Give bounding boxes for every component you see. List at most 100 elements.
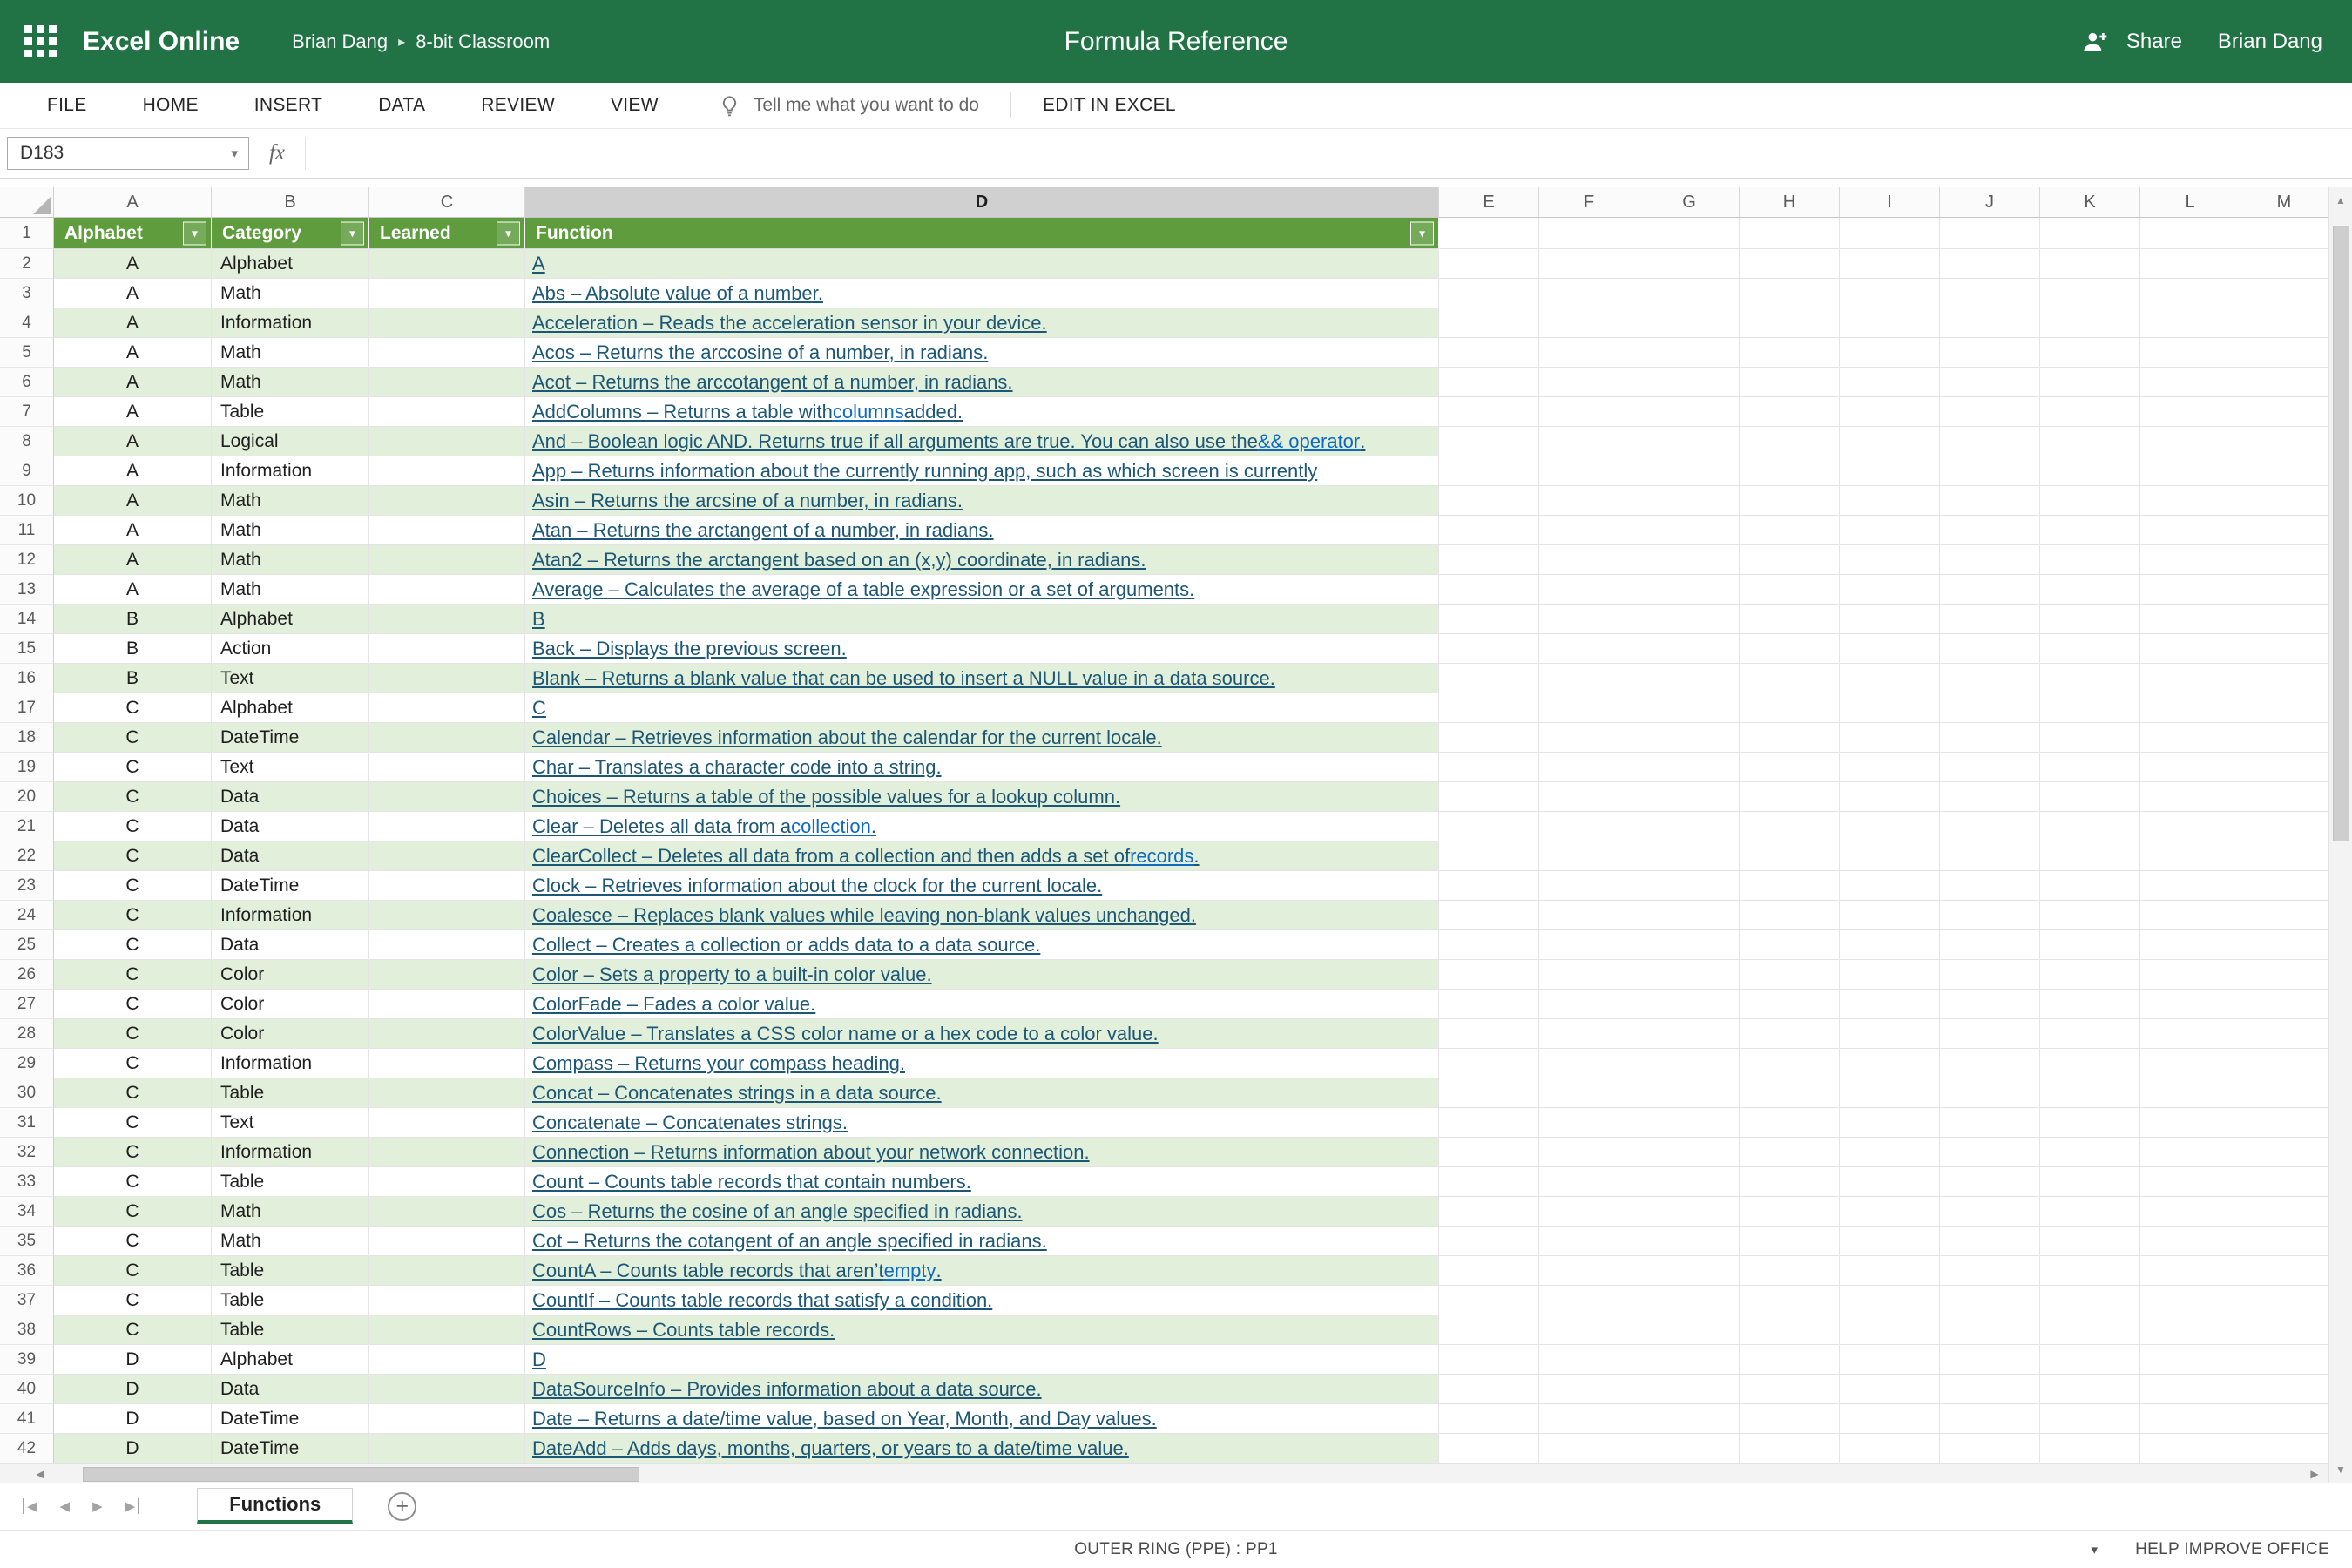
cell-C8[interactable] — [369, 427, 525, 456]
cell-B37[interactable]: Table — [212, 1286, 369, 1315]
row-header-13[interactable]: 13 — [0, 575, 54, 605]
cell-E16[interactable] — [1439, 664, 1539, 693]
cell-G25[interactable] — [1639, 930, 1740, 960]
function-link[interactable]: . — [1360, 430, 1365, 453]
cell-H5[interactable] — [1740, 338, 1840, 368]
cell-C40[interactable] — [369, 1375, 525, 1404]
cell-B17[interactable]: Alphabet — [212, 693, 369, 723]
row-header-16[interactable]: 16 — [0, 664, 54, 693]
column-header-K[interactable]: K — [2040, 187, 2140, 218]
cell-C11[interactable] — [369, 516, 525, 545]
cell-K38[interactable] — [2040, 1315, 2140, 1345]
cell-K35[interactable] — [2040, 1227, 2140, 1256]
cell-A34[interactable]: C — [54, 1197, 212, 1227]
cell-C24[interactable] — [369, 901, 525, 930]
horizontal-scroll-thumb[interactable] — [83, 1467, 639, 1482]
cell-D35[interactable]: Cot – Returns the cotangent of an angle … — [525, 1227, 1439, 1256]
menu-file[interactable]: FILE — [47, 95, 87, 116]
cell-K2[interactable] — [2040, 249, 2140, 279]
cell-L25[interactable] — [2140, 930, 2240, 960]
cell-A2[interactable]: A — [54, 249, 212, 279]
row-header-27[interactable]: 27 — [0, 990, 54, 1019]
cell-E18[interactable] — [1439, 723, 1539, 753]
cell-J16[interactable] — [1940, 664, 2040, 693]
help-improve-office-link[interactable]: HELP IMPROVE OFFICE — [2135, 1540, 2329, 1559]
cell-H7[interactable] — [1740, 397, 1840, 427]
cell-G42[interactable] — [1639, 1434, 1740, 1463]
cell-L5[interactable] — [2140, 338, 2240, 368]
cell-I12[interactable] — [1840, 545, 1940, 575]
cell-B31[interactable]: Text — [212, 1108, 369, 1138]
cell-E28[interactable] — [1439, 1019, 1539, 1049]
cell-F6[interactable] — [1539, 368, 1639, 397]
cell-J39[interactable] — [1940, 1345, 2040, 1375]
row-header-42[interactable]: 42 — [0, 1434, 54, 1463]
cell-D20[interactable]: Choices – Returns a table of the possibl… — [525, 782, 1439, 812]
cell-F10[interactable] — [1539, 486, 1639, 516]
cell-H4[interactable] — [1740, 308, 1840, 338]
cell-A33[interactable]: C — [54, 1167, 212, 1197]
cell-J26[interactable] — [1940, 960, 2040, 990]
cell-G1[interactable] — [1639, 218, 1740, 249]
cell-C31[interactable] — [369, 1108, 525, 1138]
cell-B8[interactable]: Logical — [212, 427, 369, 456]
cell-K32[interactable] — [2040, 1138, 2140, 1167]
row-header-10[interactable]: 10 — [0, 486, 54, 516]
column-header-I[interactable]: I — [1840, 187, 1940, 218]
row-header-39[interactable]: 39 — [0, 1345, 54, 1375]
cell-I11[interactable] — [1840, 516, 1940, 545]
cell-J17[interactable] — [1940, 693, 2040, 723]
cell-M27[interactable] — [2240, 990, 2328, 1019]
function-link[interactable]: ClearCollect – Deletes all data from a c… — [532, 845, 1130, 868]
cell-E7[interactable] — [1439, 397, 1539, 427]
table-header-function[interactable]: Function▾ — [525, 218, 1439, 249]
cell-K1[interactable] — [2040, 218, 2140, 249]
cell-H21[interactable] — [1740, 812, 1840, 841]
cell-G28[interactable] — [1639, 1019, 1740, 1049]
cell-M40[interactable] — [2240, 1375, 2328, 1404]
cell-M23[interactable] — [2240, 871, 2328, 901]
cell-E22[interactable] — [1439, 841, 1539, 871]
cell-D19[interactable]: Char – Translates a character code into … — [525, 753, 1439, 782]
cell-G4[interactable] — [1639, 308, 1740, 338]
cell-E15[interactable] — [1439, 634, 1539, 664]
cell-A26[interactable]: C — [54, 960, 212, 990]
cell-A29[interactable]: C — [54, 1049, 212, 1078]
cell-E21[interactable] — [1439, 812, 1539, 841]
cell-H9[interactable] — [1740, 456, 1840, 486]
cell-D42[interactable]: DateAdd – Adds days, months, quarters, o… — [525, 1434, 1439, 1463]
cell-G38[interactable] — [1639, 1315, 1740, 1345]
cell-K11[interactable] — [2040, 516, 2140, 545]
cell-M2[interactable] — [2240, 249, 2328, 279]
column-header-L[interactable]: L — [2140, 187, 2240, 218]
cell-B42[interactable]: DateTime — [212, 1434, 369, 1463]
function-link[interactable]: AddColumns – Returns a table with — [532, 401, 833, 423]
cell-L11[interactable] — [2140, 516, 2240, 545]
column-header-C[interactable]: C — [369, 187, 525, 218]
cell-K4[interactable] — [2040, 308, 2140, 338]
cell-C16[interactable] — [369, 664, 525, 693]
cell-D3[interactable]: Abs – Absolute value of a number. — [525, 279, 1439, 308]
cell-G35[interactable] — [1639, 1227, 1740, 1256]
cell-M14[interactable] — [2240, 605, 2328, 634]
cell-G8[interactable] — [1639, 427, 1740, 456]
cell-H32[interactable] — [1740, 1138, 1840, 1167]
cell-B29[interactable]: Information — [212, 1049, 369, 1078]
embedded-link[interactable]: columns — [833, 401, 904, 423]
cell-E1[interactable] — [1439, 218, 1539, 249]
cell-L1[interactable] — [2140, 218, 2240, 249]
row-header-34[interactable]: 34 — [0, 1197, 54, 1227]
cell-F33[interactable] — [1539, 1167, 1639, 1197]
cell-C5[interactable] — [369, 338, 525, 368]
cell-A11[interactable]: A — [54, 516, 212, 545]
cell-F39[interactable] — [1539, 1345, 1639, 1375]
function-link[interactable]: Connection – Returns information about y… — [532, 1141, 1090, 1164]
cell-K37[interactable] — [2040, 1286, 2140, 1315]
cell-J7[interactable] — [1940, 397, 2040, 427]
cell-M16[interactable] — [2240, 664, 2328, 693]
cell-B25[interactable]: Data — [212, 930, 369, 960]
cell-H2[interactable] — [1740, 249, 1840, 279]
function-link[interactable]: And – Boolean logic AND. Returns true if… — [532, 430, 1258, 453]
cell-J33[interactable] — [1940, 1167, 2040, 1197]
cell-A28[interactable]: C — [54, 1019, 212, 1049]
